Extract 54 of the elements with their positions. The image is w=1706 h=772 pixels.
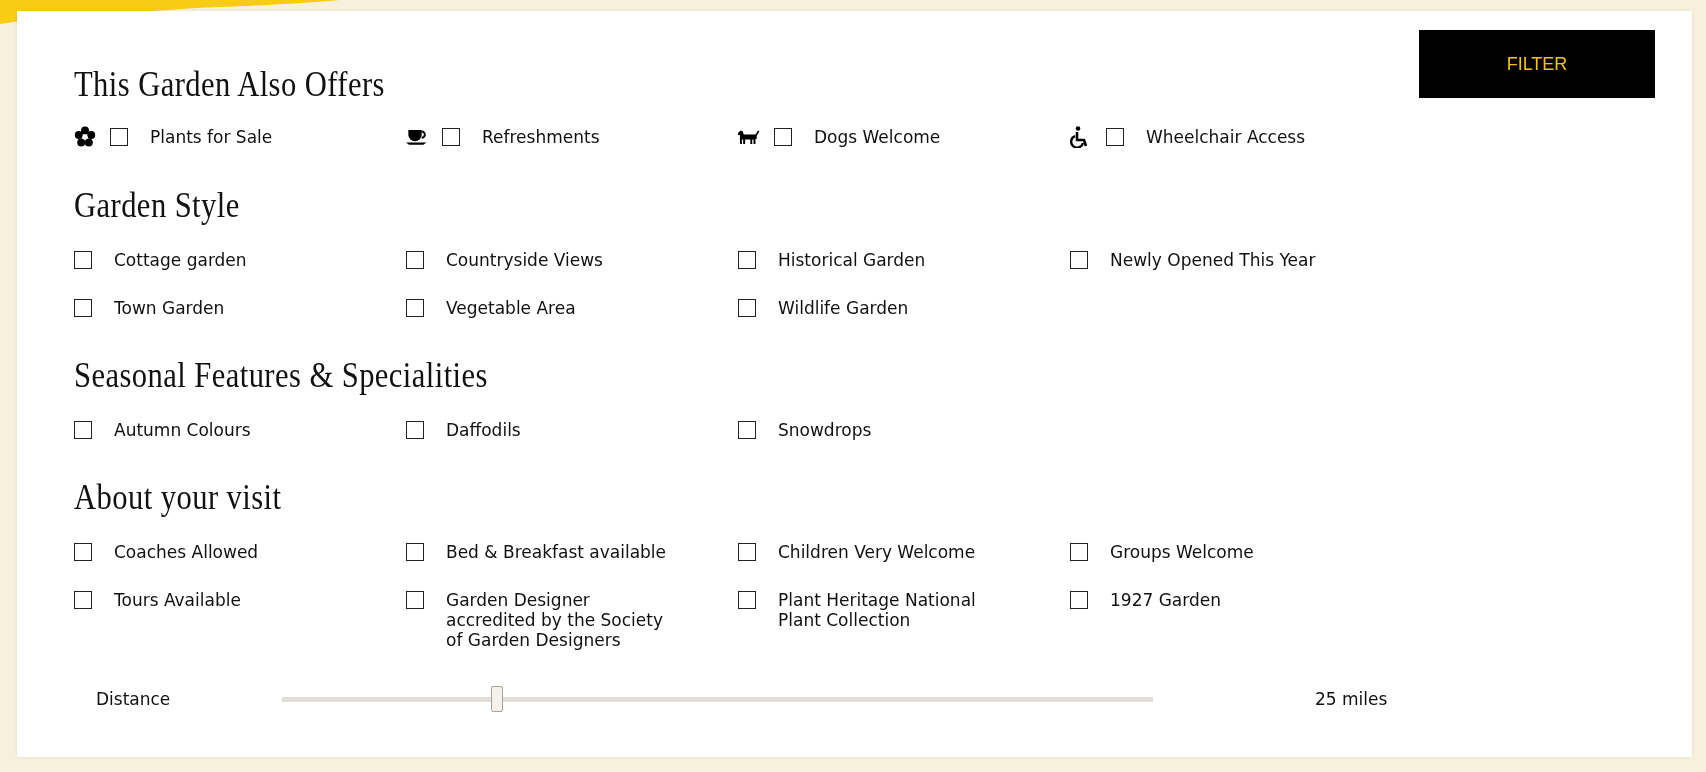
checkbox[interactable] [738,251,756,269]
option-label: Refreshments [482,127,600,147]
distance-label: Distance [95,689,172,709]
option-label: Coaches Allowed [114,542,259,562]
option-label: Countryside Views [446,250,603,270]
option-label: Snowdrops [778,420,872,440]
checkbox[interactable] [442,128,460,146]
checkbox[interactable] [110,128,128,146]
checkbox[interactable] [1070,251,1088,269]
section-heading: This Garden Also Offers [74,63,385,105]
option-label: 1927 Garden [1110,590,1221,610]
option-label: Tours Available [114,590,241,610]
distance-reading: 25 miles [1315,689,1388,709]
checkbox[interactable] [1070,543,1088,561]
checkbox[interactable] [738,421,756,439]
wheelchair-icon [1070,126,1090,148]
option-label: Dogs Welcome [814,127,941,147]
checkbox[interactable] [406,591,424,609]
option-label: Wheelchair Access [1146,127,1306,147]
checkbox[interactable] [738,543,756,561]
filter-button[interactable]: FILTER [1419,30,1655,98]
option-label: Bed & Breakfast available [446,542,667,562]
checkbox[interactable] [1106,128,1124,146]
checkbox[interactable] [74,421,92,439]
option-label: Wildlife Garden [778,298,909,318]
checkbox[interactable] [406,299,424,317]
checkbox[interactable] [1070,591,1088,609]
checkbox[interactable] [406,251,424,269]
flower-icon [74,126,96,148]
checkbox[interactable] [738,299,756,317]
option-label: Children Very Welcome [778,542,976,562]
checkbox[interactable] [406,421,424,439]
section-heading: About your visit [74,476,282,518]
checkbox[interactable] [406,543,424,561]
option-label: Town Garden [114,298,225,318]
option-label: Cottage garden [114,250,247,270]
option-label: Vegetable Area [446,298,576,318]
checkbox[interactable] [74,299,92,317]
checkbox[interactable] [74,251,92,269]
option-label: Plants for Sale [150,127,273,147]
option-label: Groups Welcome [1110,542,1254,562]
section-heading: Seasonal Features & Specialities [74,354,488,396]
checkbox[interactable] [74,543,92,561]
option-label: Autumn Colours [114,420,251,440]
slider-thumb[interactable] [491,686,504,712]
checkbox[interactable] [738,591,756,609]
checkbox[interactable] [774,128,792,146]
section-heading: Garden Style [74,184,240,226]
option-label: Newly Opened This Year [1110,250,1316,270]
option-label: Historical Garden [778,250,926,270]
option-label: Plant Heritage National Plant Collection [778,590,977,630]
option-label: Garden Designer accredited by the Society of Garden Designers [446,590,665,650]
option-label: Daffodils [446,420,521,440]
checkbox[interactable] [74,591,92,609]
